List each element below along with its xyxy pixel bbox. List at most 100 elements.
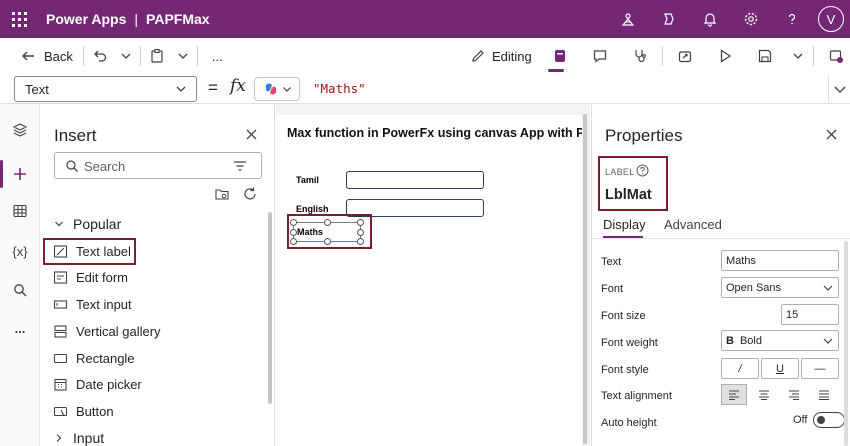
property-dropdown[interactable]: Text — [14, 76, 197, 102]
app-screen[interactable]: Max function in PowerFx using canvas App… — [276, 115, 582, 446]
strikethrough-icon: — — [814, 362, 826, 375]
play-icon — [720, 49, 732, 63]
insert-search-input[interactable]: Search — [54, 152, 262, 179]
font-size-input[interactable]: 15 — [781, 304, 839, 325]
property-value: Text — [25, 81, 49, 97]
insert-item-button[interactable]: Button — [52, 399, 114, 423]
more-icon[interactable]: ... — [0, 310, 40, 346]
close-icon[interactable] — [825, 128, 838, 141]
input-section-header[interactable]: Input — [54, 430, 104, 446]
search-placeholder: Search — [84, 159, 126, 174]
user-avatar[interactable]: V — [818, 6, 844, 32]
font-size-value: 15 — [786, 308, 799, 321]
tree-view-icon[interactable] — [0, 112, 40, 148]
help-icon[interactable] — [771, 0, 812, 38]
back-button[interactable]: Back — [14, 38, 79, 74]
environment-icon[interactable] — [607, 0, 648, 38]
bold-icon: B — [726, 334, 734, 347]
resize-handle[interactable] — [290, 219, 297, 226]
insert-panel-title: Insert — [54, 126, 97, 145]
notification-bell-icon[interactable] — [689, 0, 730, 38]
fx-icon[interactable]: fx — [230, 76, 246, 96]
auto-height-toggle[interactable]: Off — [793, 412, 846, 428]
undo-dropdown[interactable] — [114, 38, 138, 74]
screen-title-label[interactable]: Max function in PowerFx using canvas App… — [287, 126, 582, 140]
chevron-down-icon — [823, 338, 833, 344]
comments-button[interactable] — [580, 38, 620, 74]
refresh-icon[interactable] — [242, 186, 258, 202]
save-button[interactable] — [745, 38, 785, 74]
align-center-button[interactable] — [751, 384, 777, 405]
resize-handle[interactable] — [357, 219, 364, 226]
resize-handle[interactable] — [357, 238, 364, 245]
font-weight-label: Font weight — [601, 337, 658, 349]
save-dropdown[interactable] — [785, 38, 811, 74]
paste-dropdown[interactable] — [171, 38, 195, 74]
folder-open-icon[interactable] — [214, 186, 230, 202]
editing-mode-button[interactable]: Editing — [470, 38, 532, 74]
divider — [139, 46, 141, 66]
font-weight-value: Bold — [739, 334, 762, 347]
tab-display[interactable]: Display — [603, 217, 646, 232]
maths-label[interactable]: Maths — [297, 227, 323, 237]
undo-button[interactable] — [86, 38, 114, 74]
comment-icon — [593, 50, 607, 63]
product-name[interactable]: Power Apps — [46, 11, 126, 27]
divider — [813, 46, 814, 66]
text-prop-input[interactable]: Maths — [721, 250, 839, 271]
publish-button[interactable] — [816, 38, 850, 74]
tamil-label[interactable]: Tamil — [296, 175, 319, 185]
maths-label-selection[interactable]: Maths — [290, 219, 364, 245]
health-check-button[interactable] — [620, 38, 660, 74]
close-icon[interactable] — [245, 128, 258, 141]
text-prop-label: Text — [601, 256, 622, 268]
properties-scrollbar[interactable] — [844, 241, 848, 446]
font-weight-dropdown[interactable]: B Bold — [721, 330, 839, 351]
settings-gear-icon[interactable] — [730, 0, 771, 38]
app-launcher-icon[interactable] — [0, 0, 38, 38]
variables-icon[interactable]: {x} — [0, 233, 40, 269]
control-name[interactable]: LblMat — [605, 187, 652, 203]
search-icon[interactable] — [0, 272, 40, 308]
insert-item-edit-form[interactable]: Edit form — [52, 265, 128, 289]
left-rail: {x} ... — [0, 104, 40, 446]
insert-panel: Insert Search Popular Text label Edit fo… — [41, 104, 275, 446]
tamil-text-input[interactable] — [346, 171, 484, 189]
canvas-scrollbar[interactable] — [583, 114, 587, 444]
toggle-switch[interactable] — [813, 412, 846, 428]
strikethrough-button[interactable]: — — [801, 358, 839, 379]
resize-handle[interactable] — [357, 229, 364, 236]
resize-handle[interactable] — [324, 219, 331, 226]
copilot-formula-button[interactable] — [254, 77, 300, 101]
english-label[interactable]: English — [296, 204, 329, 214]
help-icon[interactable] — [636, 164, 649, 177]
resize-handle[interactable] — [290, 229, 297, 236]
insert-item-rectangle[interactable]: Rectangle — [52, 346, 135, 370]
insert-plus-icon[interactable] — [0, 156, 40, 192]
formula-input[interactable]: "Maths" — [313, 81, 366, 96]
share-button[interactable] — [665, 38, 705, 74]
insert-item-text-input[interactable]: Text input — [52, 292, 132, 316]
resize-handle[interactable] — [290, 238, 297, 245]
align-right-button[interactable] — [781, 384, 807, 405]
resize-handle[interactable] — [324, 238, 331, 245]
align-left-button[interactable] — [721, 384, 747, 405]
font-dropdown[interactable]: Open Sans — [721, 277, 839, 298]
align-justify-button[interactable] — [811, 384, 837, 405]
tab-advanced[interactable]: Advanced — [664, 217, 722, 232]
insert-scrollbar[interactable] — [268, 212, 272, 404]
copilot-icon[interactable] — [648, 0, 689, 38]
paste-button[interactable] — [143, 38, 171, 74]
italic-button[interactable]: / — [721, 358, 759, 379]
underline-button[interactable]: U — [761, 358, 799, 379]
insert-item-text-label[interactable]: Text label — [52, 239, 131, 263]
insert-item-vertical-gallery[interactable]: Vertical gallery — [52, 319, 161, 343]
filter-icon[interactable] — [233, 160, 247, 172]
popular-section-header[interactable]: Popular — [54, 216, 121, 232]
preview-button[interactable] — [705, 38, 745, 74]
share-icon — [678, 51, 692, 63]
data-table-icon[interactable] — [0, 193, 40, 229]
insert-item-date-picker[interactable]: Date picker — [52, 372, 142, 396]
expand-formula-icon[interactable] — [833, 82, 847, 96]
more-commands-button[interactable]: ... — [206, 38, 229, 74]
